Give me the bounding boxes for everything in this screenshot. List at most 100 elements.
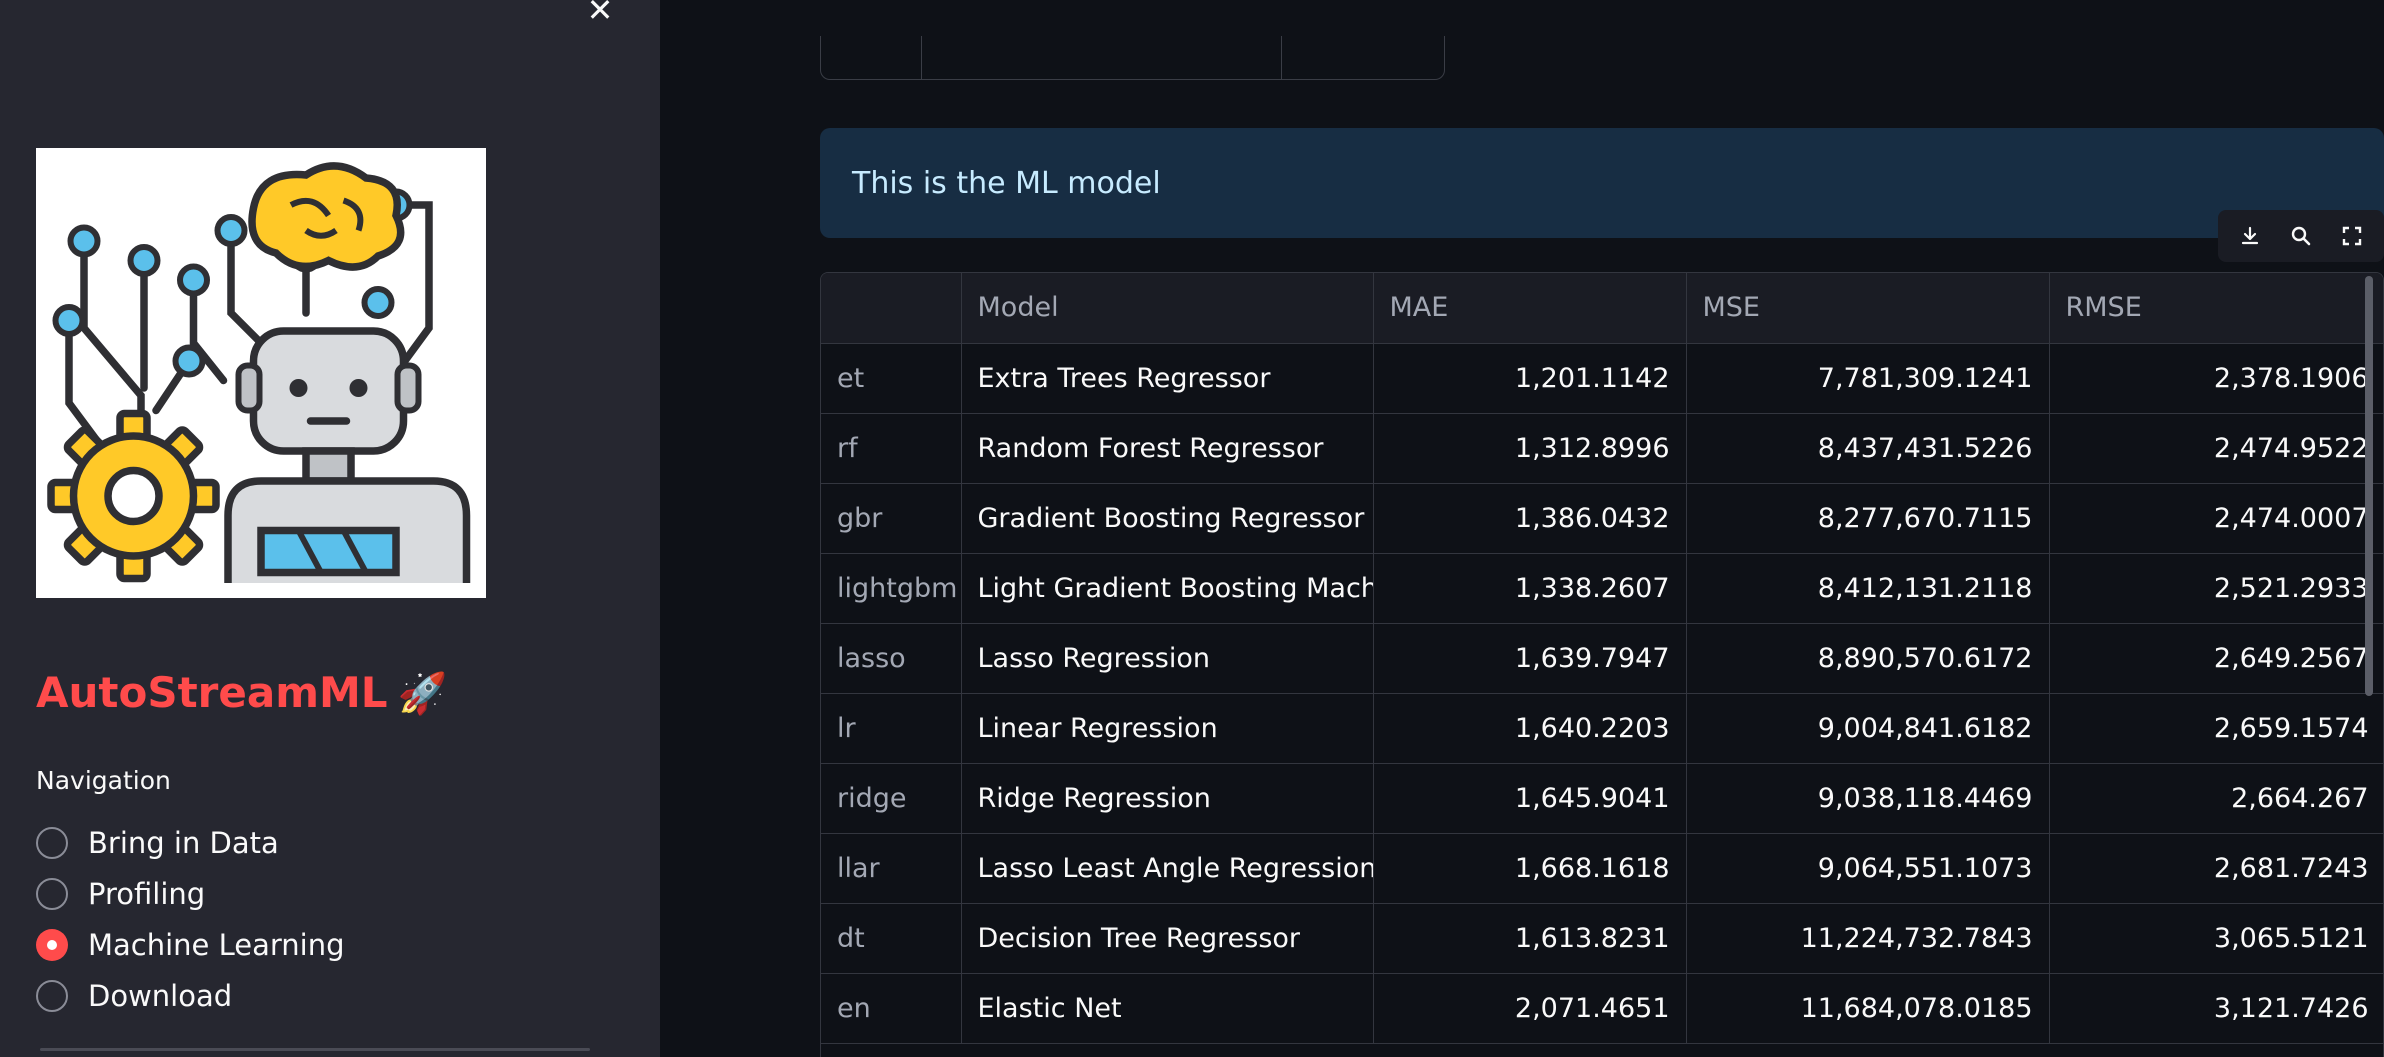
- radio-button-selected[interactable]: [36, 928, 68, 961]
- mse-cell[interactable]: 8,277,670.7115: [1686, 483, 2050, 554]
- model-cell[interactable]: Lasso Regression: [961, 623, 1374, 694]
- row-index[interactable]: rf: [821, 413, 962, 484]
- mse-cell[interactable]: 8,890,570.6172: [1686, 623, 2050, 694]
- mae-cell[interactable]: 1,639.7947: [1373, 623, 1687, 694]
- rmse-cell[interactable]: 3,065.5121: [2049, 903, 2383, 974]
- navigation-label: Navigation: [36, 766, 171, 795]
- info-alert: This is the ML model: [820, 128, 2384, 238]
- radio-button[interactable]: [36, 877, 68, 910]
- column-header-index[interactable]: [821, 273, 962, 344]
- app-title-text: AutoStreamML: [36, 668, 388, 717]
- model-cell[interactable]: Linear Regression: [961, 693, 1374, 764]
- rmse-cell[interactable]: 2,681.7243: [2049, 833, 2383, 904]
- table-row: llar Lasso Least Angle Regression 1,668.…: [821, 833, 2383, 904]
- rmse-cell[interactable]: 2,659.1574: [2049, 693, 2383, 764]
- info-message: This is the ML model: [852, 165, 1161, 201]
- radio-button[interactable]: [36, 979, 68, 1012]
- column-header-model[interactable]: Model: [961, 273, 1374, 344]
- row-index[interactable]: lasso: [821, 623, 962, 694]
- dataframe-toolbar: [2218, 210, 2384, 262]
- sidebar-divider: [40, 1048, 590, 1051]
- row-index[interactable]: dt: [821, 903, 962, 974]
- model-cell[interactable]: Random Forest Regressor: [961, 413, 1374, 484]
- fullscreen-button[interactable]: [2332, 216, 2372, 256]
- radio-button[interactable]: [36, 826, 68, 859]
- row-index[interactable]: lightgbm: [821, 553, 962, 624]
- table-row: lightgbm Light Gradient Boosting Machine…: [821, 553, 2383, 624]
- table-row: ridge Ridge Regression 1,645.9041 9,038,…: [821, 763, 2383, 834]
- previous-table-fragment: [820, 36, 1445, 80]
- model-cell[interactable]: Decision Tree Regressor: [961, 903, 1374, 974]
- mse-cell[interactable]: 8,412,131.2118: [1686, 553, 2050, 624]
- row-index[interactable]: llar: [821, 833, 962, 904]
- nav-item-download[interactable]: Download: [36, 970, 596, 1021]
- nav-item-label: Profiling: [88, 876, 206, 911]
- row-index[interactable]: gbr: [821, 483, 962, 554]
- mse-cell[interactable]: 8,437,431.5226: [1686, 413, 2050, 484]
- rocket-icon: 🚀: [397, 671, 448, 717]
- row-index[interactable]: ridge: [821, 763, 962, 834]
- rmse-cell[interactable]: 2,521.2933: [2049, 553, 2383, 624]
- row-index[interactable]: en: [821, 973, 962, 1044]
- nav-item-label: Machine Learning: [88, 927, 345, 962]
- table-row: et Extra Trees Regressor 1,201.1142 7,78…: [821, 343, 2383, 414]
- model-cell[interactable]: Lasso Least Angle Regression: [961, 833, 1374, 904]
- rmse-cell[interactable]: 2,378.1906: [2049, 343, 2383, 414]
- download-button[interactable]: [2230, 216, 2270, 256]
- mse-cell[interactable]: 11,224,732.7843: [1686, 903, 2050, 974]
- search-icon: [2291, 226, 2311, 246]
- mse-cell[interactable]: 9,038,118.4469: [1686, 763, 2050, 834]
- column-header-mae[interactable]: MAE: [1373, 273, 1687, 344]
- mae-cell[interactable]: 1,613.8231: [1373, 903, 1687, 974]
- column-header-rmse[interactable]: RMSE: [2049, 273, 2383, 344]
- rmse-cell[interactable]: 2,474.9522: [2049, 413, 2383, 484]
- column-header-mse[interactable]: MSE: [1686, 273, 2050, 344]
- rmse-cell[interactable]: 2,474.0007: [2049, 483, 2383, 554]
- search-button[interactable]: [2281, 216, 2321, 256]
- rmse-cell[interactable]: 2,649.2567: [2049, 623, 2383, 694]
- divider: [1281, 36, 1282, 79]
- mse-cell[interactable]: 9,064,551.1073: [1686, 833, 2050, 904]
- nav-item-profiling[interactable]: Profiling: [36, 868, 596, 919]
- mae-cell[interactable]: 1,201.1142: [1373, 343, 1687, 414]
- table-row: en Elastic Net 2,071.4651 11,684,078.018…: [821, 973, 2383, 1044]
- row-index[interactable]: lr: [821, 693, 962, 764]
- model-cell[interactable]: Elastic Net: [961, 973, 1374, 1044]
- model-cell[interactable]: Ridge Regression: [961, 763, 1374, 834]
- navigation-radio-group: Bring in Data Profiling Machine Learning…: [36, 817, 596, 1021]
- mse-cell[interactable]: 7,781,309.1241: [1686, 343, 2050, 414]
- rmse-cell[interactable]: 2,664.267: [2049, 763, 2383, 834]
- rmse-cell[interactable]: 3,121.7426: [2049, 973, 2383, 1044]
- mae-cell[interactable]: 1,386.0432: [1373, 483, 1687, 554]
- nav-item-bring-in-data[interactable]: Bring in Data: [36, 817, 596, 868]
- model-comparison-table[interactable]: Model MAE MSE RMSE et Extra Trees Regres…: [820, 272, 2384, 1057]
- row-index[interactable]: et: [821, 343, 962, 414]
- sidebar: ✕ AutoStreamML 🚀 Navigation Bring in Dat…: [0, 0, 660, 1057]
- mae-cell[interactable]: 1,668.1618: [1373, 833, 1687, 904]
- model-cell[interactable]: Light Gradient Boosting Machine: [961, 553, 1374, 624]
- nav-item-label: Download: [88, 978, 233, 1013]
- mae-cell[interactable]: 2,071.4651: [1373, 973, 1687, 1044]
- table-scrollbar[interactable]: [2365, 276, 2373, 696]
- fullscreen-icon: [2343, 226, 2362, 246]
- mae-cell[interactable]: 1,312.8996: [1373, 413, 1687, 484]
- mse-cell[interactable]: 9,004,841.6182: [1686, 693, 2050, 764]
- data-table: Model MAE MSE RMSE et Extra Trees Regres…: [821, 273, 2383, 1044]
- table-row: rf Random Forest Regressor 1,312.8996 8,…: [821, 413, 2383, 484]
- mae-cell[interactable]: 1,640.2203: [1373, 693, 1687, 764]
- divider: [921, 36, 922, 79]
- nav-item-machine-learning[interactable]: Machine Learning: [36, 919, 596, 970]
- app-title: AutoStreamML 🚀: [36, 668, 447, 717]
- model-cell[interactable]: Extra Trees Regressor: [961, 343, 1374, 414]
- close-icon[interactable]: ✕: [582, 0, 618, 28]
- table-row: lasso Lasso Regression 1,639.7947 8,890,…: [821, 623, 2383, 694]
- table-row: gbr Gradient Boosting Regressor 1,386.04…: [821, 483, 2383, 554]
- model-cell[interactable]: Gradient Boosting Regressor: [961, 483, 1374, 554]
- table-row: lr Linear Regression 1,640.2203 9,004,84…: [821, 693, 2383, 764]
- download-icon: [2241, 226, 2258, 245]
- main-content: This is the ML model Model MAE MSE RMSE …: [660, 0, 2384, 1057]
- mae-cell[interactable]: 1,645.9041: [1373, 763, 1687, 834]
- mse-cell[interactable]: 11,684,078.0185: [1686, 973, 2050, 1044]
- mae-cell[interactable]: 1,338.2607: [1373, 553, 1687, 624]
- nav-item-label: Bring in Data: [88, 825, 279, 860]
